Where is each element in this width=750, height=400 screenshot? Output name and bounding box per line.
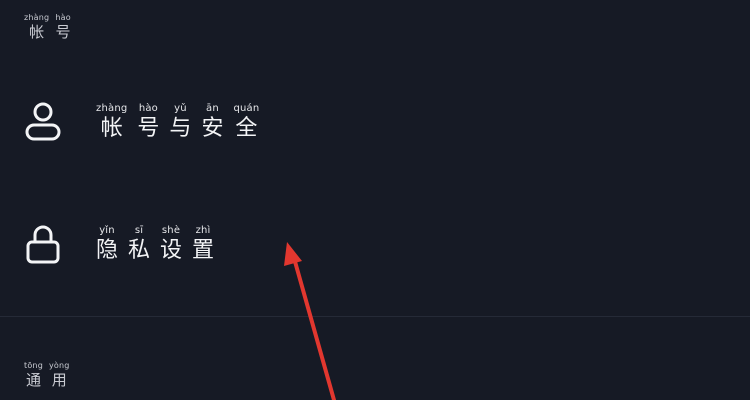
ruby-char: yǔ 与 xyxy=(169,103,192,141)
menu-item-account-security[interactable]: zhàng 帐 hào 号 yǔ 与 ān 安 quán 全 xyxy=(0,82,750,162)
ruby-char: hào 号 xyxy=(55,13,71,41)
ruby-char: zhì 置 xyxy=(192,225,215,263)
ruby-char: ān 安 xyxy=(201,103,224,141)
ruby-char: quán 全 xyxy=(233,103,260,141)
ruby-char: shè 设 xyxy=(160,225,183,263)
lock-icon xyxy=(26,225,60,264)
user-icon xyxy=(25,102,61,141)
ruby-char: yǐn 隐 xyxy=(96,225,119,263)
ruby-char: sī 私 xyxy=(128,225,151,263)
menu-item-privacy-settings[interactable]: yǐn 隐 sī 私 shè 设 zhì 置 xyxy=(0,204,750,284)
ruby-char: tōng 通 xyxy=(24,361,43,389)
section-title-general: tōng 通 yòng 用 xyxy=(24,362,70,388)
ruby-char: zhàng 帐 xyxy=(96,103,128,141)
ruby-char: zhàng 帐 xyxy=(24,13,50,41)
ruby-char: yòng 用 xyxy=(48,361,70,389)
menu-item-label: zhàng 帐 hào 号 yǔ 与 ān 安 quán 全 xyxy=(96,104,259,140)
annotation-arrow xyxy=(284,242,336,400)
section-divider xyxy=(0,316,750,317)
ruby-char: hào 号 xyxy=(137,103,160,141)
menu-item-label: yǐn 隐 sī 私 shè 设 zhì 置 xyxy=(96,226,214,262)
section-title-account: zhàng 帐 hào 号 xyxy=(24,14,71,40)
